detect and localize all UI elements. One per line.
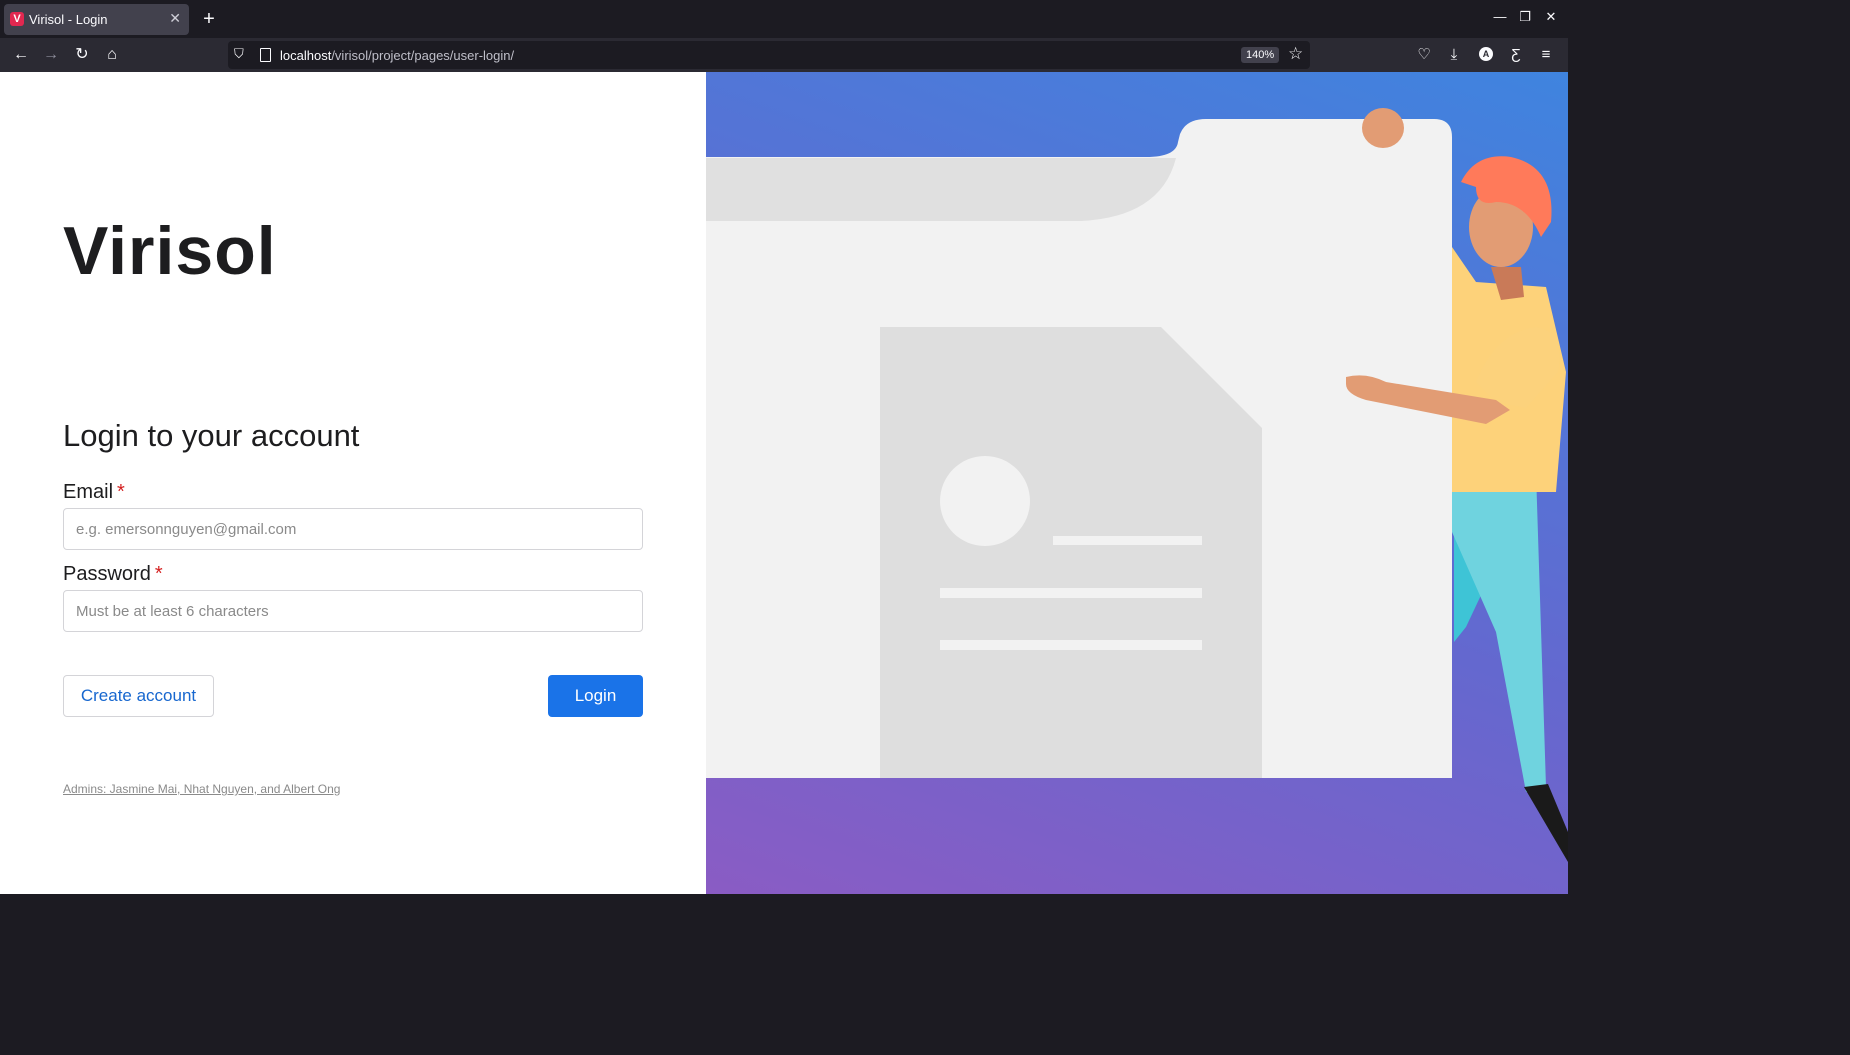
password-field[interactable] [63,590,643,632]
star-icon[interactable]: ☆ [1288,44,1303,64]
restore-window-button[interactable]: ❐ [1515,9,1535,25]
tab-strip: V Virisol - Login ✕ + — ❐ ✕ [0,0,1568,38]
email-label-text: Email [63,481,114,503]
admins-link[interactable]: Admins: Jasmine Mai, Nhat Nguyen, and Al… [63,782,340,796]
address-bar[interactable]: ⛉ localhost/virisol/project/pages/user-l… [228,41,1310,69]
download-icon[interactable]: ⤓ [1443,44,1465,66]
navigation-toolbar: ← → ↻ ⌂ ⛉ localhost/virisol/project/page… [0,38,1568,72]
extension-icon[interactable]: Ƹ [1505,44,1527,66]
password-label: Password * [63,563,163,586]
home-icon[interactable]: ⌂ [101,44,123,66]
tab-title: Virisol - Login [29,12,108,27]
login-heading: Login to your account [63,418,360,453]
page-viewport: Virisol Login to your account Email* Pas… [0,72,1568,894]
new-tab-button[interactable]: + [199,7,219,31]
pocket-icon[interactable]: ♡ [1413,44,1435,66]
password-label-text: Password [63,563,151,585]
minimize-window-button[interactable]: — [1490,9,1510,24]
url-path: /virisol/project/pages/user-login/ [331,48,515,63]
profile-card-illustration [706,108,1568,862]
hero-illustration-panel [706,72,1568,894]
required-marker: * [117,481,125,503]
login-button[interactable]: Login [548,675,643,717]
email-field[interactable] [63,508,643,550]
back-arrow-icon[interactable]: ← [10,44,32,66]
login-panel: Virisol Login to your account Email* Pas… [0,72,706,894]
zoom-level-badge[interactable]: 140% [1241,47,1280,63]
site-favicon-icon: V [10,12,24,26]
create-account-button[interactable]: Create account [63,675,214,717]
url-text[interactable]: localhost/virisol/project/pages/user-log… [280,48,514,63]
hamburger-menu-icon[interactable]: ≡ [1535,44,1557,66]
forward-arrow-icon[interactable]: → [40,44,62,66]
tracking-protection-shield-icon[interactable]: ⛉ [234,46,248,62]
close-window-button[interactable]: ✕ [1541,9,1561,25]
browser-tab[interactable]: V Virisol - Login ✕ [4,4,189,35]
reload-icon[interactable]: ↻ [71,44,93,66]
url-host: localhost [280,48,332,63]
account-icon[interactable]: A [1479,47,1493,61]
brand-title: Virisol [63,213,277,289]
email-label: Email * [63,481,125,504]
page-info-icon[interactable] [260,48,271,62]
close-tab-icon[interactable]: ✕ [169,10,181,27]
required-marker: * [154,563,163,585]
